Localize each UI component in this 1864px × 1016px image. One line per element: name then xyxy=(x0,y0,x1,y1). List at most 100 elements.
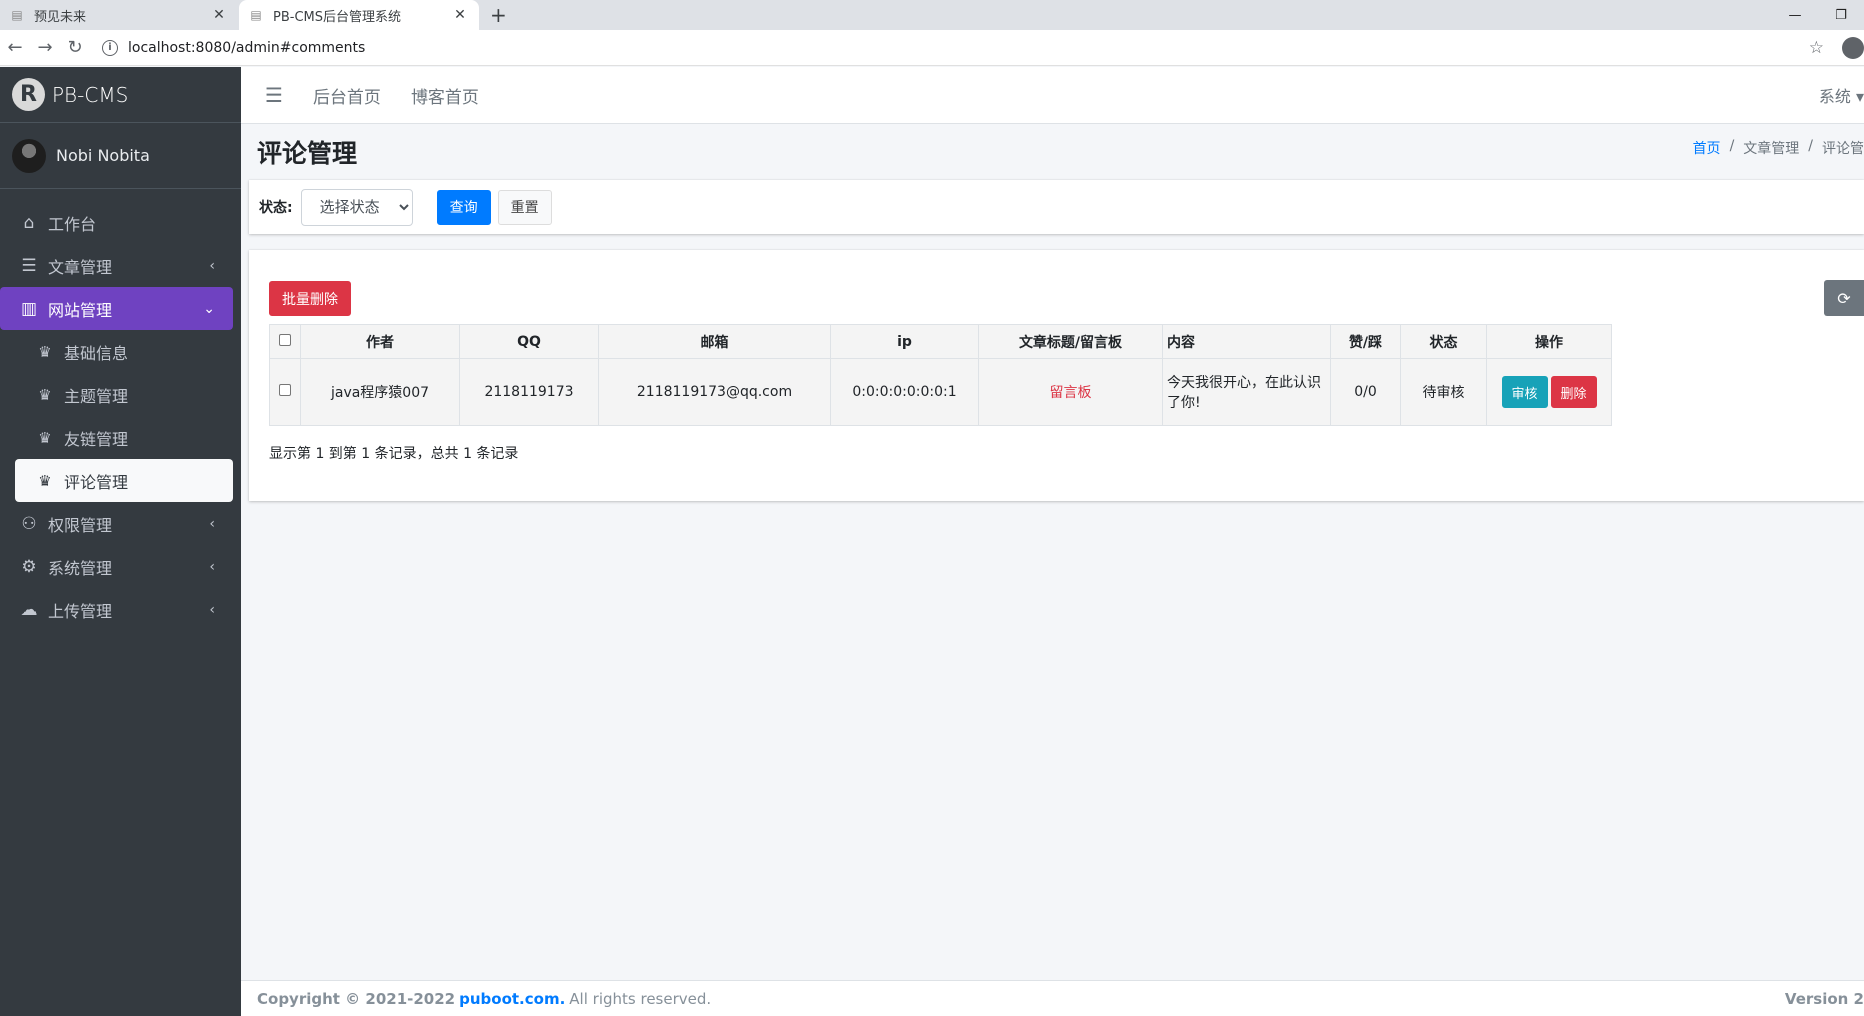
row-select-cell xyxy=(269,358,301,426)
page-title: 评论管理 xyxy=(257,139,358,168)
brand-text: PB-CMS xyxy=(52,82,129,107)
cell-target-link[interactable]: 留言板 xyxy=(978,358,1163,426)
breadcrumb-separator: / xyxy=(1808,138,1813,154)
sidebar-item-label: 权限管理 xyxy=(48,515,113,535)
crown-icon: ♛ xyxy=(38,342,52,361)
row-checkbox[interactable] xyxy=(279,384,291,396)
home-icon: ⌂ xyxy=(23,212,35,233)
sidebar-item-label: 基础信息 xyxy=(64,343,129,363)
chevron-down-icon: ⌄ xyxy=(203,300,215,317)
header-author[interactable]: 作者 xyxy=(300,324,460,359)
reset-button[interactable]: 重置 xyxy=(497,189,552,225)
profile-icon[interactable] xyxy=(1842,37,1864,59)
sidebar-item-upload[interactable]: ☁ 上传管理 ‹ xyxy=(0,588,233,631)
header-status[interactable]: 状态 xyxy=(1400,324,1487,359)
crown-icon: ♛ xyxy=(38,428,52,447)
rights-text: All rights reserved. xyxy=(569,989,712,1008)
user-name[interactable]: Nobi Nobita xyxy=(56,146,150,165)
back-arrow-icon[interactable]: ← xyxy=(0,37,30,58)
header-target[interactable]: 文章标题/留言板 xyxy=(978,324,1163,359)
cell-author: java程序猿007 xyxy=(300,358,460,426)
batch-delete-button[interactable]: 批量删除 xyxy=(269,281,351,316)
breadcrumb-home[interactable]: 首页 xyxy=(1693,138,1721,158)
status-select[interactable]: 选择状态 xyxy=(300,188,413,226)
cell-content: 今天我很开心，在此认识了你! xyxy=(1162,358,1331,426)
version-text: Version 2 xyxy=(1784,989,1864,1008)
chevron-left-icon: ‹ xyxy=(209,558,215,575)
delete-button[interactable]: 删除 xyxy=(1550,376,1597,408)
header-likes[interactable]: 赞/踩 xyxy=(1330,324,1401,359)
header-email[interactable]: 邮箱 xyxy=(598,324,831,359)
footer-link[interactable]: puboot.com. xyxy=(459,990,565,1008)
cell-qq: 2118119173 xyxy=(459,358,599,426)
url-text[interactable]: localhost:8080/admin#comments xyxy=(128,40,365,56)
sidebar-item-website[interactable]: ▥ 网站管理 ⌄ xyxy=(0,287,233,330)
sidebar-item-articles[interactable]: ☰ 文章管理 ‹ xyxy=(0,244,233,287)
reload-icon[interactable]: ↻ xyxy=(60,37,90,58)
query-button[interactable]: 查询 xyxy=(436,189,491,225)
forward-arrow-icon[interactable]: → xyxy=(30,37,60,58)
select-all-checkbox[interactable] xyxy=(279,333,291,346)
sidebar-item-workbench[interactable]: ⌂ 工作台 xyxy=(0,201,233,244)
user-panel[interactable]: Nobi Nobita xyxy=(0,123,241,189)
sidebar-item-links[interactable]: ♛ 友链管理 xyxy=(0,416,233,459)
restore-button[interactable]: ❐ xyxy=(1818,8,1864,23)
sidebar-item-basic-info[interactable]: ♛ 基础信息 xyxy=(0,330,233,373)
sidebar-item-label: 工作台 xyxy=(48,214,97,234)
table-row: java程序猿007 2118119173 2118119173@qq.com … xyxy=(269,358,1612,426)
nav-link-blog-home[interactable]: 博客首页 xyxy=(411,83,479,108)
refresh-icon[interactable]: ⟳ xyxy=(1824,280,1864,316)
sidebar-item-label: 友链管理 xyxy=(64,429,129,449)
sidebar-item-permissions[interactable]: ⚇ 权限管理 ‹ xyxy=(0,502,233,545)
sidebar: R PB-CMS Nobi Nobita ⌂ 工作台 ☰ 文章管理 ‹ ▥ 网站… xyxy=(0,67,241,1016)
window-controls: — ❐ xyxy=(1772,0,1864,30)
breadcrumb-articles: 文章管理 xyxy=(1743,141,1800,157)
hamburger-menu-icon[interactable]: ☰ xyxy=(265,83,283,107)
minimize-button[interactable]: — xyxy=(1772,8,1818,23)
nav-link-admin-home[interactable]: 后台首页 xyxy=(313,83,381,108)
page-icon: ▤ xyxy=(250,8,262,22)
browser-tab-1[interactable]: ▤ 预见未来 ✕ xyxy=(0,0,238,30)
cell-status: 待审核 xyxy=(1400,358,1487,426)
chevron-left-icon: ‹ xyxy=(209,515,215,532)
sidebar-item-system[interactable]: ⚙ 系统管理 ‹ xyxy=(0,545,233,588)
breadcrumb-current: 评论管 xyxy=(1822,141,1864,157)
breadcrumb: 首页 / 文章管理 / 评论管 xyxy=(1693,138,1864,158)
sidebar-item-label: 主题管理 xyxy=(64,386,129,406)
sidebar-item-themes[interactable]: ♛ 主题管理 xyxy=(0,373,233,416)
columns-icon: ▥ xyxy=(20,298,38,319)
brand-link[interactable]: R PB-CMS xyxy=(0,67,241,123)
cell-actions: 审核 删除 xyxy=(1486,358,1612,426)
cloud-upload-icon: ☁ xyxy=(20,599,38,620)
new-tab-button[interactable]: + xyxy=(490,3,507,27)
tab-title: 预见未来 xyxy=(34,9,87,25)
header-qq[interactable]: QQ xyxy=(459,324,599,359)
close-icon[interactable]: ✕ xyxy=(451,7,469,23)
chevron-left-icon: ‹ xyxy=(209,601,215,618)
cell-email: 2118119173@qq.com xyxy=(598,358,831,426)
cell-ip: 0:0:0:0:0:0:0:1 xyxy=(830,358,979,426)
status-filter-label: 状态: xyxy=(259,200,293,216)
sidebar-item-label: 上传管理 xyxy=(48,601,113,621)
brand-logo-icon: R xyxy=(12,78,45,111)
crown-icon: ♛ xyxy=(38,385,52,404)
close-icon[interactable]: ✕ xyxy=(210,7,228,23)
pagination-summary: 显示第 1 到第 1 条记录，总共 1 条记录 xyxy=(269,446,519,462)
sidebar-item-label: 系统管理 xyxy=(48,558,113,578)
filter-card: 状态: 选择状态 查询 重置 xyxy=(249,180,1864,234)
sidebar-item-comments[interactable]: ♛ 评论管理 xyxy=(15,459,233,502)
address-bar[interactable]: i localhost:8080/admin#comments xyxy=(102,39,365,56)
bookmark-star-icon[interactable]: ☆ xyxy=(1809,38,1824,58)
footer: Copyright © 2021-2022 puboot.com. All ri… xyxy=(241,980,1864,1016)
chevron-left-icon: ‹ xyxy=(209,257,215,274)
comments-table-card: 批量删除 ⟳ 作者 QQ 邮箱 ip 文章标题/留言板 内容 赞/踩 状态 操作 xyxy=(249,250,1864,501)
browser-tab-2[interactable]: ▤ PB-CMS后台管理系统 ✕ xyxy=(239,0,479,30)
header-actions: 操作 xyxy=(1486,324,1612,359)
audit-button[interactable]: 审核 xyxy=(1501,376,1548,408)
page-icon: ▤ xyxy=(11,8,23,22)
header-content[interactable]: 内容 xyxy=(1162,324,1331,359)
info-icon[interactable]: i xyxy=(102,39,118,56)
header-ip[interactable]: ip xyxy=(830,324,979,359)
browser-tab-bar: ▤ 预见未来 ✕ ▤ PB-CMS后台管理系统 ✕ + — ❐ xyxy=(0,0,1864,30)
system-dropdown[interactable]: 系统 ▾ xyxy=(1819,83,1864,107)
